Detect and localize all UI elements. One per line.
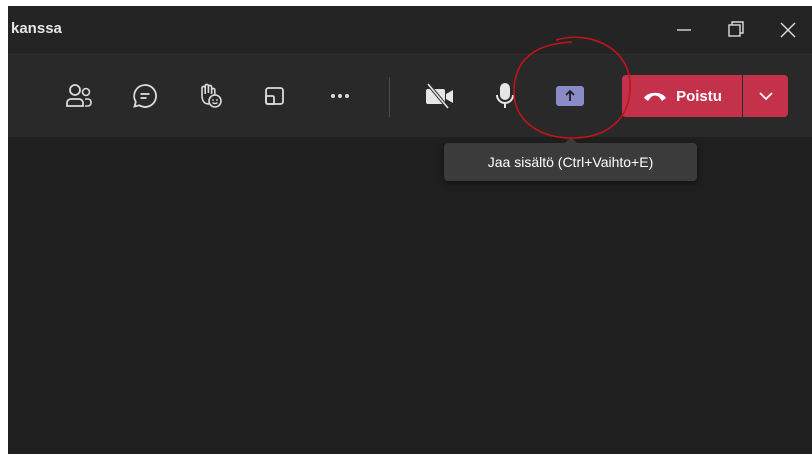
toolbar-divider: [389, 77, 390, 117]
close-button[interactable]: [768, 14, 808, 46]
leave-button[interactable]: Poistu: [622, 75, 742, 117]
chat-button[interactable]: [126, 77, 164, 115]
more-options-icon: [331, 94, 349, 98]
leave-label: Poistu: [676, 87, 722, 105]
people-icon: [66, 84, 92, 107]
close-icon: [780, 22, 796, 38]
camera-button[interactable]: [421, 77, 459, 115]
share-content-icon: [556, 86, 584, 106]
tooltip-text: Jaa sisältö (Ctrl+Vaihto+E): [487, 154, 654, 170]
camera-off-icon: [426, 82, 453, 110]
reactions-button[interactable]: [191, 77, 229, 115]
maximize-button[interactable]: [716, 14, 756, 46]
raise-hand-icon: [201, 83, 222, 108]
share-tooltip: Jaa sisältö (Ctrl+Vaihto+E): [444, 137, 697, 181]
window-title: kanssa: [11, 20, 62, 37]
chat-icon: [133, 84, 157, 108]
minimize-button[interactable]: [664, 14, 704, 46]
minimize-icon: [677, 29, 691, 31]
hang-up-icon: [644, 92, 667, 101]
maximize-icon: [728, 21, 744, 37]
meeting-controls-bar: Poistu: [8, 55, 812, 137]
microphone-button[interactable]: [486, 77, 524, 115]
more-options-button[interactable]: [321, 77, 359, 115]
title-bar: kanssa: [8, 6, 812, 55]
microphone-icon: [496, 83, 514, 108]
participants-button[interactable]: [60, 77, 98, 115]
rooms-button[interactable]: [256, 77, 294, 115]
breakout-rooms-icon: [265, 87, 284, 105]
leave-options-button[interactable]: [743, 75, 788, 117]
chevron-down-icon: [758, 92, 773, 101]
share-content-button[interactable]: [551, 77, 589, 115]
teams-meeting-window: kanssa Poistu Jaa sisältö (Ctrl+Vaihto+E…: [8, 6, 812, 454]
